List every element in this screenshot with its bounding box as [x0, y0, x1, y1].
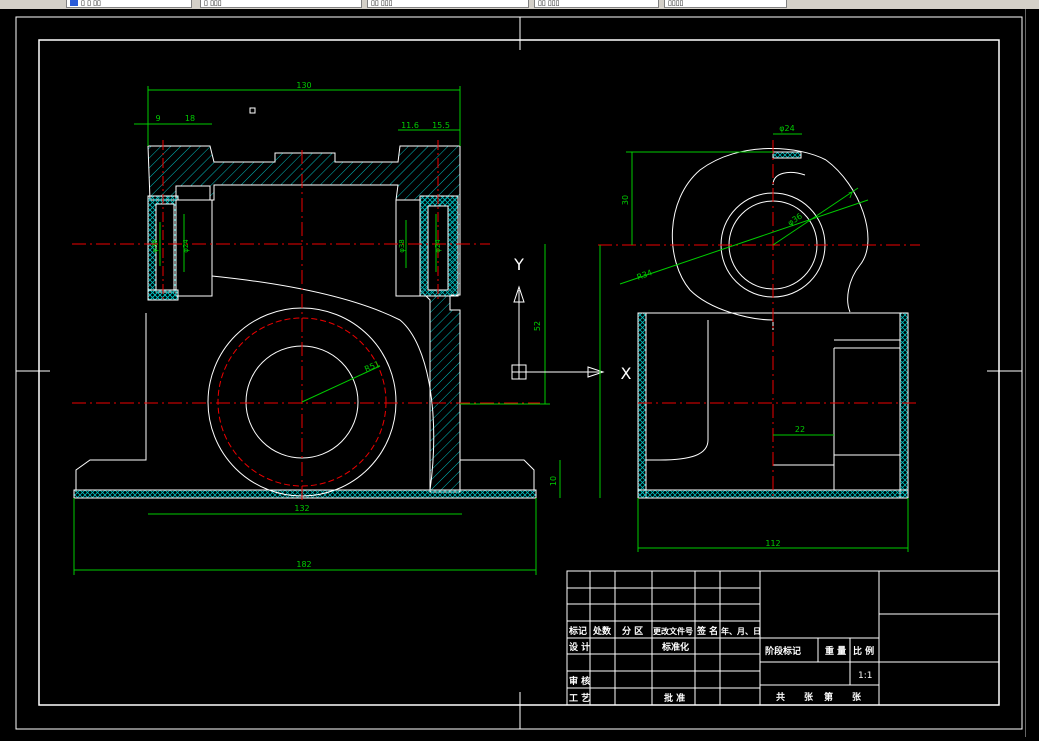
- tb-scale-value: 1:1: [858, 671, 872, 681]
- dim-label: 112: [765, 539, 780, 548]
- tab-3[interactable]: ▯▯ ▯▯▯: [367, 0, 529, 8]
- dim-label: φ24: [434, 239, 442, 253]
- side-view: φ24 30 R34 φ36 7 112 22: [598, 124, 920, 552]
- tab-5[interactable]: ▯▯▯▯: [664, 0, 787, 8]
- tb-label: 签 名: [696, 625, 718, 637]
- dim-label: φ38: [151, 239, 159, 253]
- tb-label: 张: [804, 691, 814, 703]
- ucs-y-label: Y: [513, 255, 524, 274]
- tb-label: 处数: [592, 625, 612, 637]
- dim-label: φ24: [182, 239, 190, 253]
- tb-label: 批 准: [664, 692, 685, 704]
- dim-label: 182: [296, 560, 311, 569]
- tb-label: 重 量: [825, 645, 846, 657]
- dim-label: φ24: [779, 124, 794, 133]
- tb-label: 审 核: [569, 675, 590, 687]
- tab-4[interactable]: ▯▯ ▯▯▯: [534, 0, 659, 8]
- file-icon: [70, 0, 78, 6]
- dim-label: 10: [549, 476, 558, 486]
- tb-label: 分 区: [622, 625, 643, 637]
- front-view: 130 9 18 11.6 15.5 52 R51 132 182 10 φ38…: [72, 81, 561, 575]
- tab-1[interactable]: ▯ ▯ ▯▯: [66, 0, 192, 8]
- tb-label: 比 例: [853, 645, 874, 657]
- tb-label: 共: [776, 691, 785, 703]
- ucs-icon: Y X: [511, 255, 632, 383]
- tb-label: 标准化: [661, 641, 689, 653]
- dim-label: 132: [294, 504, 309, 513]
- dim-label: 18: [185, 114, 195, 123]
- tb-label: 设 计: [569, 641, 590, 653]
- title-block-text: 标记 处数 分 区 更改文件号 签 名 年、月、日 设 计 标准化 审 核 工 …: [568, 625, 874, 704]
- tb-label: 标记: [568, 625, 587, 637]
- dim-label: 22: [795, 425, 805, 434]
- dim-label: 9: [155, 114, 160, 123]
- cad-drawing: 130 9 18 11.6 15.5 52 R51 132 182 10 φ38…: [15, 16, 1023, 730]
- dim-label: R34: [636, 268, 654, 282]
- drawing-canvas[interactable]: 130 9 18 11.6 15.5 52 R51 132 182 10 φ38…: [0, 9, 1039, 737]
- tb-label: 阶段标记: [765, 645, 801, 657]
- dim-label: 11.6: [401, 121, 419, 130]
- title-block: [566, 570, 1000, 706]
- tb-label: 张: [852, 691, 862, 703]
- ucs-x-label: X: [621, 364, 632, 383]
- dim-label: R51: [363, 359, 381, 374]
- tb-label: 工 艺: [569, 692, 590, 704]
- dim-label: 130: [296, 81, 311, 90]
- dim-label: 30: [621, 195, 630, 205]
- tb-label: 第: [824, 691, 833, 703]
- dim-label: 7: [848, 191, 853, 200]
- dim-label: 15.5: [432, 121, 450, 130]
- dim-label: 52: [533, 321, 542, 331]
- vertical-scrollbar[interactable]: [1025, 9, 1039, 737]
- tb-label: 更改文件号: [653, 626, 693, 636]
- tb-label: 年、月、日: [721, 626, 761, 636]
- tab-2[interactable]: ▯ ▯▯▯: [200, 0, 362, 8]
- dim-label: φ38: [398, 239, 406, 253]
